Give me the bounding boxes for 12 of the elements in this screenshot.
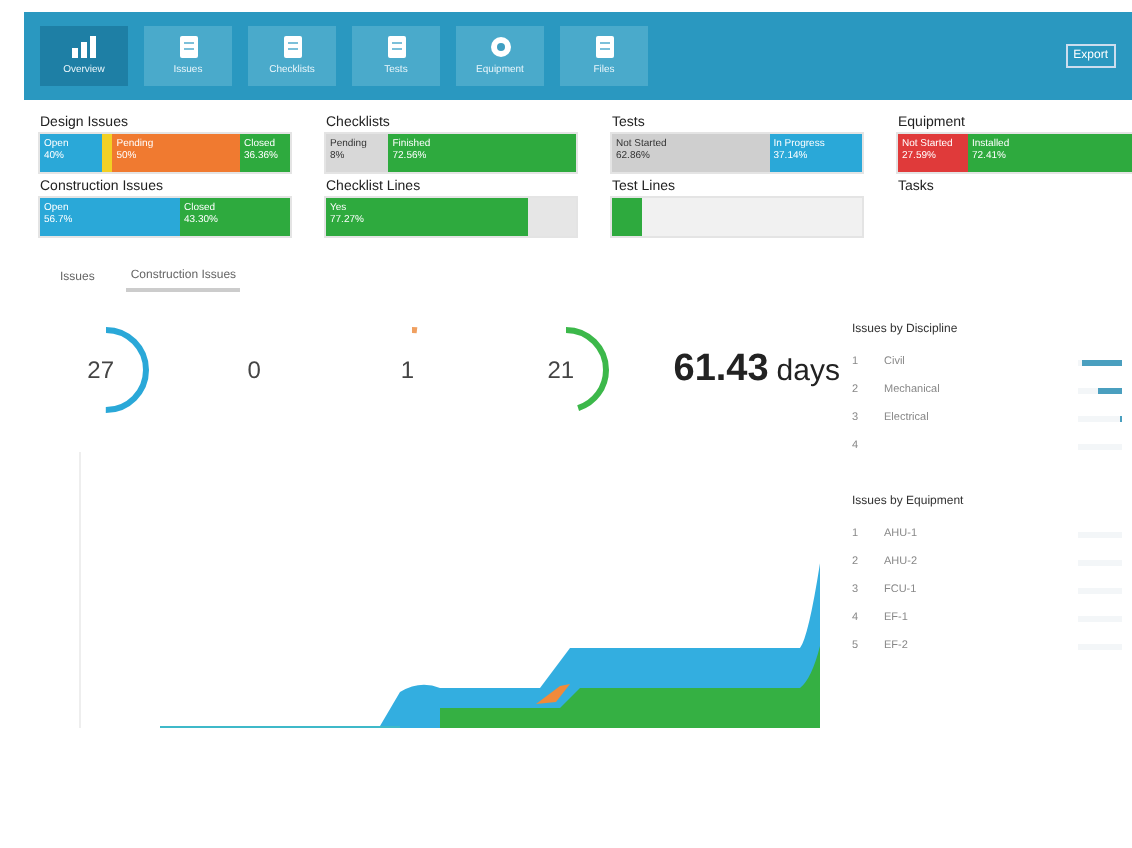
stat-value: 0	[247, 356, 261, 384]
stat-value: 27	[87, 356, 115, 384]
document-icon	[283, 36, 301, 58]
document-icon	[387, 36, 405, 58]
document-icon	[595, 36, 613, 58]
stat-value: 21	[547, 356, 575, 384]
stat-value: 61.43	[673, 348, 769, 390]
bar-chart-icon	[72, 36, 96, 58]
document-icon	[179, 36, 197, 58]
gear-icon	[489, 36, 511, 58]
stat-value: 1	[400, 356, 415, 384]
stat-unit: days	[776, 354, 840, 388]
